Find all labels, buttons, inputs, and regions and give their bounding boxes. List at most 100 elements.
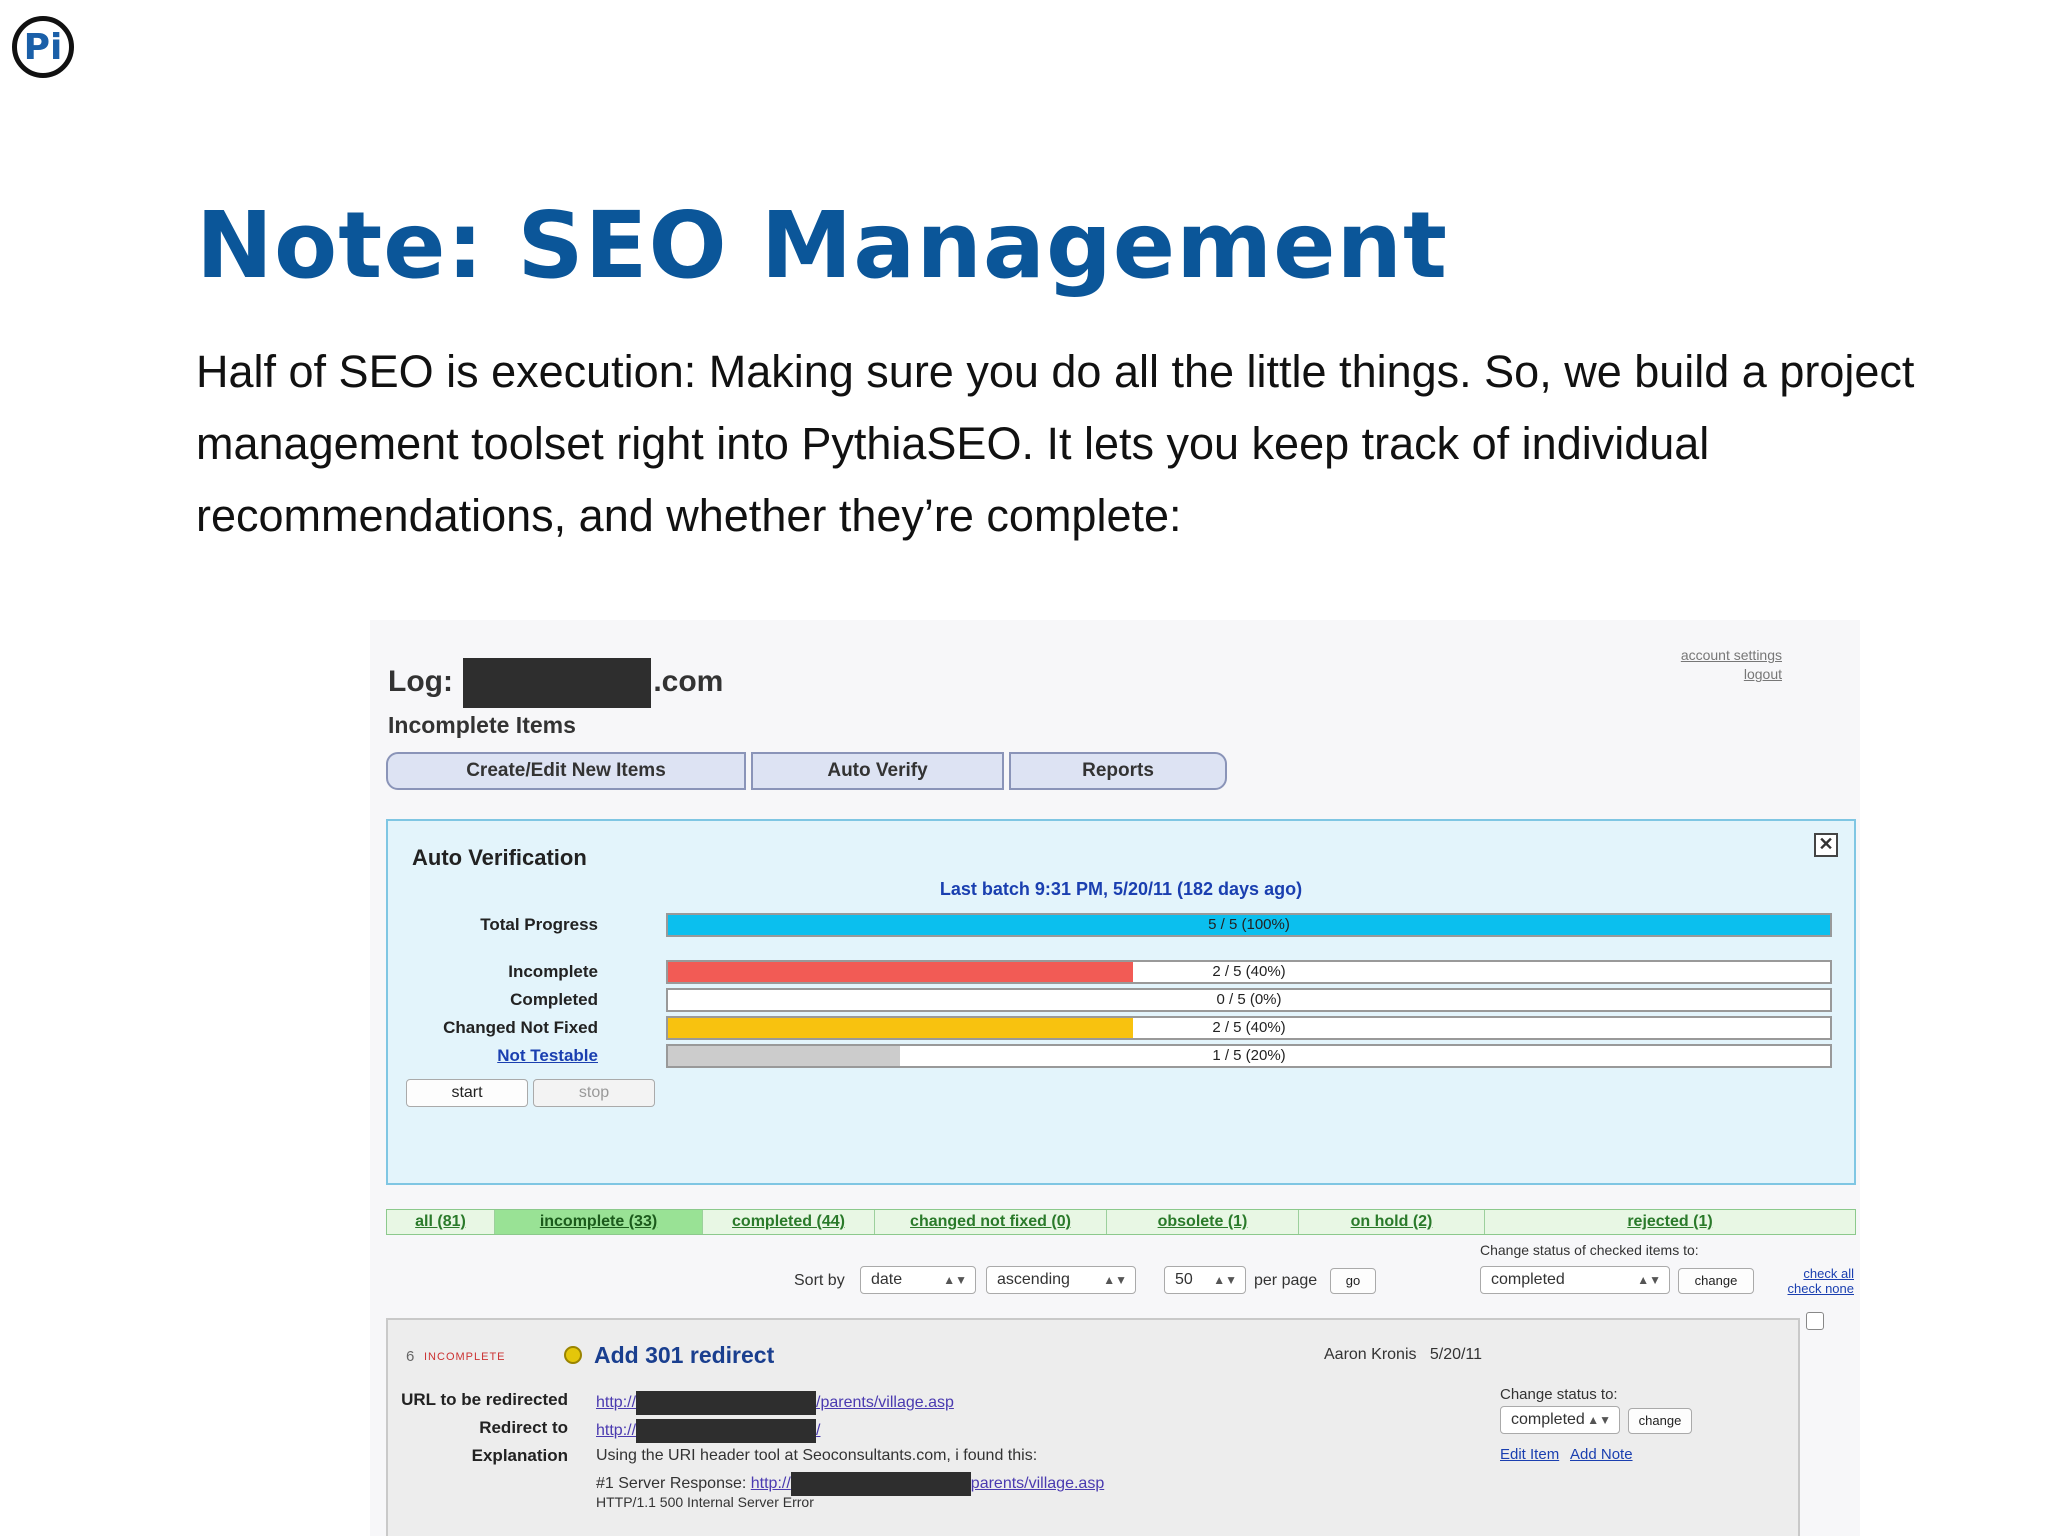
item-title[interactable]: Add 301 redirect [594, 1342, 774, 1369]
url-prefix: http:// [596, 1394, 637, 1412]
filter-rejected[interactable]: rejected (1) [1485, 1210, 1855, 1234]
progress-text-changed-not-fixed: 2 / 5 (40%) [1212, 1019, 1286, 1036]
tab-create-edit-items[interactable]: Create/Edit New Items [386, 752, 746, 790]
field-label-explanation: Explanation [471, 1446, 568, 1465]
app-screenshot: Log: .com Incomplete Items account setti… [370, 620, 1860, 1536]
item-change-status-label: Change status to: [1500, 1386, 1618, 1403]
sort-by-label: Sort by [794, 1272, 845, 1289]
progress-text-completed: 0 / 5 (0%) [1216, 991, 1282, 1008]
select-arrows-icon: ▲▼ [1213, 1273, 1237, 1287]
sort-order-select[interactable]: ascending ▲▼ [986, 1266, 1136, 1294]
per-page-label: per page [1254, 1272, 1318, 1289]
redirect-prefix: http:// [596, 1422, 637, 1440]
item-status-select[interactable]: completed ▲▼ [1500, 1406, 1620, 1434]
progress-text-incomplete: 2 / 5 (40%) [1212, 963, 1286, 980]
check-none-link[interactable]: check none [1766, 1281, 1855, 1296]
slide-title: Note: SEO Management [196, 192, 1448, 299]
select-arrows-icon: ▲▼ [1103, 1273, 1127, 1287]
progress-label-changed-not-fixed: Changed Not Fixed [443, 1018, 598, 1037]
item-status-value: completed [1511, 1411, 1585, 1428]
stop-button[interactable]: stop [533, 1079, 655, 1107]
check-links: check all check none [1766, 1266, 1855, 1296]
main-tabs: Create/Edit New Items Auto Verify Report… [386, 752, 1232, 790]
pi-logo: Pi [12, 16, 74, 78]
progress-label-total: Total Progress [480, 915, 598, 934]
tab-reports[interactable]: Reports [1009, 752, 1227, 790]
item-checkbox[interactable] [1806, 1312, 1824, 1330]
select-arrows-icon: ▲▼ [1587, 1413, 1611, 1427]
status-badge: INCOMPLETE [424, 1351, 506, 1363]
item-card: 6 INCOMPLETE Add 301 redirect Aaron Kron… [386, 1312, 1824, 1536]
per-page-value: 50 [1175, 1271, 1193, 1288]
redirect-link[interactable]: http:// / [596, 1419, 821, 1443]
author-name: Aaron Kronis [1324, 1346, 1417, 1363]
progress-bar-completed: 0 / 5 (0%) [666, 988, 1832, 1012]
redacted-redirect [636, 1419, 817, 1443]
redacted-server-url [790, 1472, 971, 1496]
progress-text-not-testable: 1 / 5 (20%) [1212, 1047, 1286, 1064]
progress-label-completed: Completed [510, 990, 598, 1009]
filter-all[interactable]: all (81) [387, 1210, 495, 1234]
server-response-suffix: parents/village.asp [970, 1475, 1105, 1493]
status-filter-bar: all (81) incomplete (33) completed (44) … [386, 1209, 1856, 1235]
progress-bar-not-testable: 1 / 5 (20%) [666, 1044, 1832, 1068]
server-response-label: #1 Server Response: [596, 1475, 747, 1493]
sort-order-value: ascending [997, 1271, 1070, 1288]
account-settings-link[interactable]: account settings [1681, 646, 1782, 665]
per-page-select[interactable]: 50 ▲▼ [1164, 1266, 1246, 1294]
server-response-link[interactable]: http:// parents/village.asp [750, 1472, 1105, 1496]
bulk-status-select[interactable]: completed ▲▼ [1480, 1266, 1670, 1294]
bulk-change-button[interactable]: change [1678, 1268, 1754, 1294]
panel-title: Auto Verification [412, 845, 587, 870]
progress-text-total: 5 / 5 (100%) [1208, 916, 1290, 933]
field-value-redirect: http:// / [596, 1419, 820, 1443]
account-links: account settings logout [1681, 646, 1782, 684]
http-status-line: HTTP/1.1 500 Internal Server Error [596, 1494, 814, 1510]
field-value-explanation: Using the URI header tool at Seoconsulta… [596, 1447, 1038, 1464]
filter-on-hold[interactable]: on hold (2) [1299, 1210, 1485, 1234]
url-link[interactable]: http:// /parents/village.asp [596, 1391, 954, 1415]
logo-text: Pi [23, 26, 63, 68]
redacted-domain [463, 658, 652, 708]
filter-obsolete[interactable]: obsolete (1) [1107, 1210, 1299, 1234]
logout-link[interactable]: logout [1681, 665, 1782, 684]
log-title: Log: .com [388, 658, 723, 708]
close-icon[interactable]: ✕ [1814, 833, 1838, 857]
item-change-button[interactable]: change [1628, 1408, 1692, 1434]
progress-label-incomplete: Incomplete [508, 962, 598, 981]
item-author: Aaron Kronis 5/20/11 [1324, 1346, 1482, 1364]
field-label-url: URL to be redirected [401, 1390, 568, 1409]
status-dot-icon [564, 1346, 582, 1364]
auto-verification-panel: Auto Verification ✕ Last batch 9:31 PM, … [386, 819, 1856, 1185]
server-response-line: #1 Server Response: http:// parents/villa… [596, 1472, 1104, 1496]
edit-item-link[interactable]: Edit Item [1500, 1446, 1559, 1463]
filter-completed[interactable]: completed (44) [703, 1210, 875, 1234]
item-date: 5/20/11 [1429, 1346, 1483, 1363]
field-label-redirect: Redirect to [479, 1418, 568, 1437]
sort-field-value: date [871, 1271, 903, 1288]
last-batch-info: Last batch 9:31 PM, 5/20/11 (182 days ag… [939, 879, 1303, 899]
tab-auto-verify[interactable]: Auto Verify [751, 752, 1004, 790]
go-button[interactable]: go [1330, 1268, 1376, 1294]
url-suffix: /parents/village.asp [816, 1394, 954, 1412]
start-button[interactable]: start [406, 1079, 528, 1107]
select-arrows-icon: ▲▼ [1637, 1273, 1661, 1287]
progress-bar-incomplete: 2 / 5 (40%) [666, 960, 1832, 984]
filter-changed-not-fixed[interactable]: changed not fixed (0) [875, 1210, 1107, 1234]
progress-bar-changed-not-fixed: 2 / 5 (40%) [666, 1016, 1832, 1040]
log-suffix: .com [653, 664, 724, 698]
bulk-change-label: Change status of checked items to: [1480, 1242, 1699, 1258]
log-prefix: Log: [388, 664, 453, 698]
select-arrows-icon: ▲▼ [943, 1273, 967, 1287]
field-value-url: http:// /parents/village.asp [596, 1391, 954, 1415]
slide-intro: Half of SEO is execution: Making sure yo… [196, 346, 1915, 541]
redirect-suffix: / [816, 1422, 821, 1440]
page-subtitle: Incomplete Items [388, 712, 576, 738]
progress-bar-total: 5 / 5 (100%) [666, 913, 1832, 937]
check-all-link[interactable]: check all [1766, 1266, 1854, 1281]
server-response-prefix: http:// [750, 1475, 791, 1493]
add-note-link[interactable]: Add Note [1570, 1446, 1633, 1463]
filter-incomplete[interactable]: incomplete (33) [495, 1210, 703, 1234]
sort-field-select[interactable]: date ▲▼ [860, 1266, 976, 1294]
not-testable-link[interactable]: Not Testable [370, 1046, 598, 1066]
